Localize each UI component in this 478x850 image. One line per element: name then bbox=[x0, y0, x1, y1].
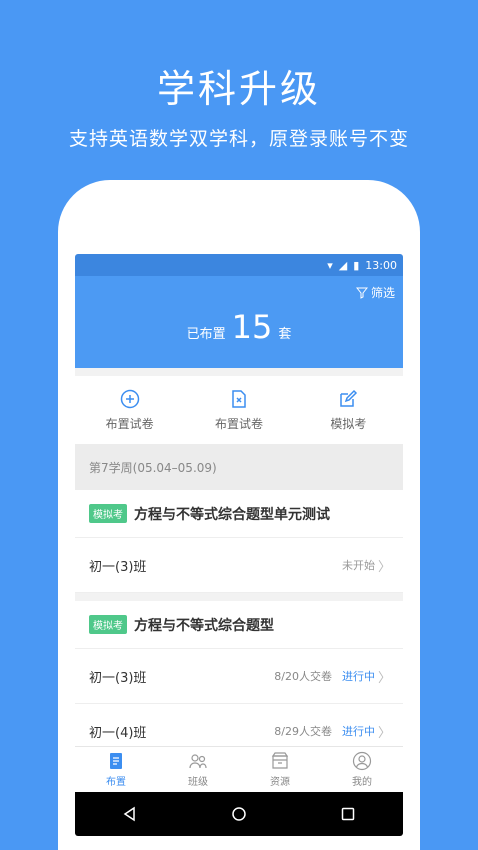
assign-paper-button-2[interactable]: 布置试卷 bbox=[184, 376, 293, 444]
tab-mine[interactable]: 我的 bbox=[321, 747, 403, 792]
assignment-name: 方程与不等式综合题型单元测试 bbox=[134, 506, 330, 523]
promo-title: 学科升级 bbox=[156, 67, 321, 111]
action-label: 模拟考 bbox=[330, 416, 367, 431]
promo-subtitle: 支持英语数学双学科，原登录账号不变 bbox=[68, 128, 409, 150]
class-name: 初一(4)班 bbox=[89, 725, 147, 741]
submission-count: 8/20人交卷 bbox=[274, 670, 332, 683]
assigned-summary: 已布置 15 套 bbox=[75, 308, 403, 346]
filter-button[interactable]: 筛选 bbox=[355, 284, 395, 301]
class-name: 初一(3)班 bbox=[89, 559, 147, 575]
action-label: 布置试卷 bbox=[214, 416, 263, 431]
chevron-right-icon: 〉 bbox=[377, 725, 391, 741]
battery-icon: ▮ bbox=[353, 258, 360, 272]
action-bar: 布置试卷 布置试卷 模拟考 bbox=[75, 376, 403, 444]
home-icon[interactable] bbox=[231, 806, 247, 822]
status-time: 13:00 bbox=[365, 258, 397, 272]
back-icon[interactable] bbox=[122, 806, 138, 822]
assigned-count: 15 bbox=[231, 308, 273, 346]
class-name: 初一(3)班 bbox=[89, 670, 147, 686]
document-x-icon bbox=[232, 389, 246, 408]
plus-circle-icon bbox=[120, 389, 139, 408]
signal-icon: ◢ bbox=[338, 258, 348, 272]
week-label: 第7学周(05.04–05.09) bbox=[75, 444, 403, 490]
tab-label: 我的 bbox=[352, 777, 372, 788]
tab-class[interactable]: 班级 bbox=[157, 747, 239, 792]
filter-icon bbox=[355, 287, 368, 299]
status-text: 进行中 bbox=[341, 670, 375, 683]
wifi-icon: ▾ bbox=[327, 258, 333, 272]
bottom-tab-bar: 布置 班级 资源 我的 bbox=[75, 746, 403, 792]
assign-icon bbox=[110, 753, 122, 769]
tab-assign[interactable]: 布置 bbox=[75, 747, 157, 792]
recents-icon[interactable] bbox=[340, 806, 356, 822]
user-icon bbox=[352, 751, 372, 771]
tab-label: 资源 bbox=[270, 777, 290, 788]
action-label: 布置试卷 bbox=[105, 416, 154, 431]
mock-exam-tag: 模拟考 bbox=[89, 504, 127, 523]
assigned-prefix: 已布置 bbox=[186, 327, 226, 342]
assignment-card[interactable]: 模拟考 方程与不等式综合题型单元测试 初一(3)班 未开始 〉 bbox=[75, 490, 403, 593]
submission-count: 8/29人交卷 bbox=[274, 725, 332, 738]
people-icon bbox=[189, 754, 207, 769]
status-text: 进行中 bbox=[341, 725, 375, 738]
class-row[interactable]: 初一(3)班 未开始 〉 bbox=[75, 538, 403, 593]
tab-label: 班级 bbox=[188, 777, 208, 788]
mock-exam-tag: 模拟考 bbox=[89, 615, 127, 634]
status-bar: ▾ ◢ ▮ 13:00 bbox=[75, 254, 403, 276]
assigned-unit: 套 bbox=[278, 327, 292, 342]
box-icon bbox=[271, 752, 289, 769]
assignment-card[interactable]: 模拟考 方程与不等式综合题型 初一(3)班 8/20人交卷 进行中 〉 初一(4… bbox=[75, 601, 403, 759]
assignment-name: 方程与不等式综合题型 bbox=[134, 617, 274, 634]
chevron-right-icon: 〉 bbox=[377, 670, 391, 686]
class-row[interactable]: 初一(3)班 8/20人交卷 进行中 〉 bbox=[75, 649, 403, 704]
tab-resources[interactable]: 资源 bbox=[239, 747, 321, 792]
phone-screen: ▾ ◢ ▮ 13:00 筛选 已布置 15 套 布置试卷 布置试卷 模拟考 第7… bbox=[75, 254, 403, 836]
edit-icon bbox=[340, 389, 358, 407]
status-text: 未开始 bbox=[341, 559, 375, 572]
summary-header: 筛选 已布置 15 套 bbox=[75, 276, 403, 368]
tab-label: 布置 bbox=[106, 777, 126, 788]
assignment-title: 模拟考 方程与不等式综合题型单元测试 bbox=[75, 490, 403, 538]
assignment-title: 模拟考 方程与不等式综合题型 bbox=[75, 601, 403, 649]
android-nav-bar bbox=[75, 792, 403, 836]
chevron-right-icon: 〉 bbox=[377, 559, 391, 575]
filter-label: 筛选 bbox=[370, 286, 395, 300]
assign-paper-button[interactable]: 布置试卷 bbox=[75, 376, 184, 444]
mock-exam-button[interactable]: 模拟考 bbox=[294, 376, 403, 444]
